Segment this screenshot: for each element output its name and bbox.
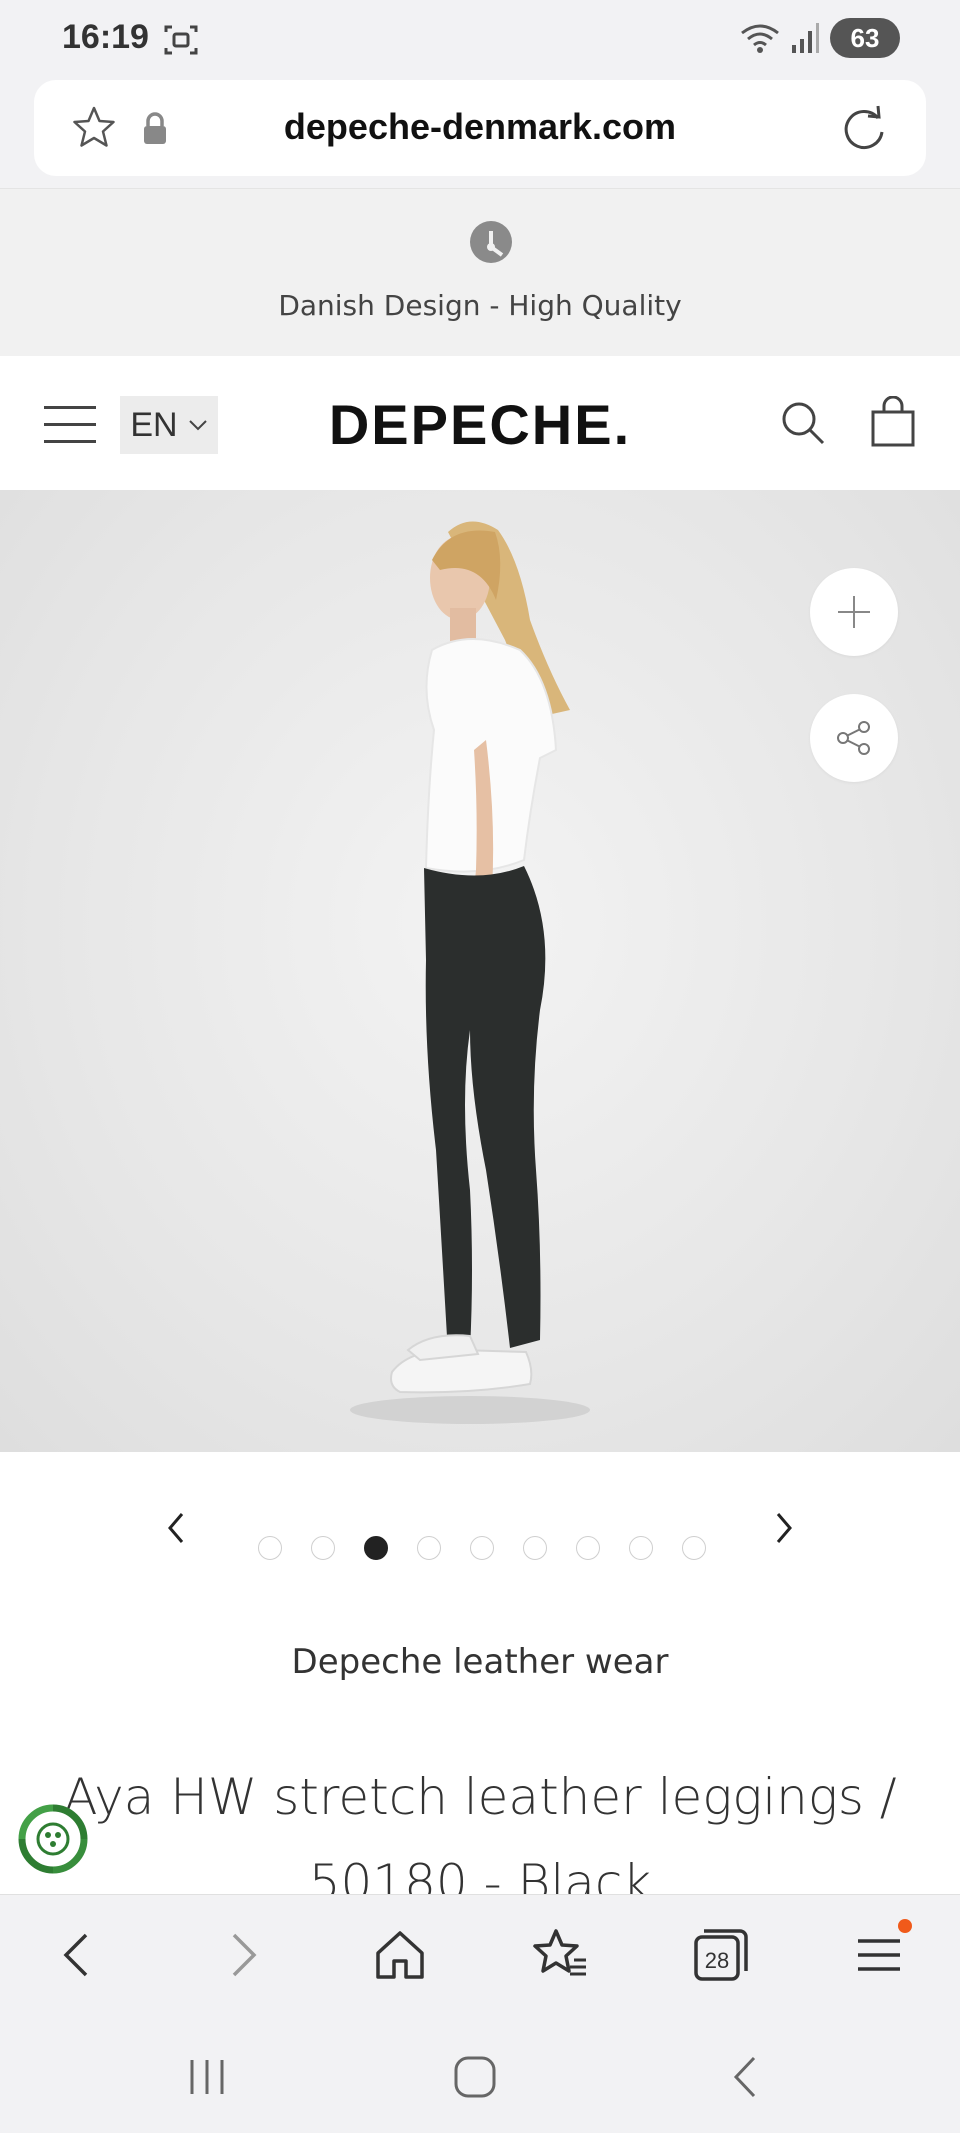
forward-icon[interactable] — [212, 1925, 272, 1985]
chevron-right-icon[interactable] — [770, 1508, 800, 1548]
status-bar: 16:19 63 — [0, 0, 960, 80]
quality-icon — [470, 221, 512, 263]
chevron-left-icon[interactable] — [160, 1508, 190, 1548]
url-text[interactable]: depeche-denmark.com — [34, 106, 926, 148]
product-brand[interactable]: Depeche leather wear — [0, 1642, 960, 1682]
carousel-dot[interactable] — [258, 1536, 282, 1560]
browser-toolbar: 28 — [0, 1894, 960, 2014]
carousel-dot[interactable] — [629, 1536, 653, 1560]
announcement-bar: Danish Design - High Quality — [0, 188, 960, 356]
announcement-text: Danish Design - High Quality — [278, 289, 682, 322]
plus-icon — [838, 596, 870, 628]
carousel-dot[interactable] — [364, 1536, 388, 1560]
wifi-icon — [741, 24, 779, 53]
reload-icon[interactable] — [838, 102, 890, 154]
signal-icon — [792, 23, 819, 53]
tabs-count: 28 — [705, 1948, 729, 1973]
home-icon[interactable] — [370, 1925, 430, 1985]
status-time: 16:19 — [62, 18, 149, 56]
product-image[interactable] — [0, 490, 960, 1452]
product-info: Depeche leather wear Aya HW stretch leat… — [0, 1612, 960, 1894]
bookmarks-icon[interactable] — [530, 1925, 590, 1985]
screenshot-icon — [164, 25, 198, 55]
bag-icon[interactable] — [870, 396, 916, 448]
zoom-button[interactable] — [810, 568, 898, 656]
home-button-icon[interactable] — [450, 2052, 500, 2102]
carousel-dot[interactable] — [523, 1536, 547, 1560]
share-button[interactable] — [810, 694, 898, 782]
carousel-dot[interactable] — [576, 1536, 600, 1560]
carousel-dot[interactable] — [417, 1536, 441, 1560]
eco-badge-icon[interactable] — [16, 1802, 90, 1876]
status-icons: 63 — [740, 18, 900, 58]
tabs-icon: 28 — [694, 1929, 748, 1981]
carousel-dot[interactable] — [470, 1536, 494, 1560]
notification-dot — [898, 1919, 912, 1933]
system-navigation-bar — [0, 2014, 960, 2133]
site-header: EN DEPECHE. — [0, 356, 960, 490]
image-carousel-controls — [0, 1452, 960, 1612]
system-back-icon[interactable] — [722, 2052, 772, 2102]
tabs-button[interactable]: 28 — [690, 1925, 750, 1985]
battery-icon: 63 — [830, 18, 900, 58]
share-icon — [837, 721, 870, 755]
address-bar[interactable]: depeche-denmark.com — [34, 80, 926, 176]
recent-apps-icon[interactable] — [182, 2052, 232, 2102]
back-icon[interactable] — [48, 1925, 108, 1985]
carousel-dot[interactable] — [682, 1536, 706, 1560]
browser-menu-button[interactable] — [850, 1919, 912, 1985]
carousel-dots — [258, 1536, 706, 1560]
search-icon[interactable] — [780, 400, 826, 446]
battery-level: 63 — [850, 22, 880, 53]
carousel-dot[interactable] — [311, 1536, 335, 1560]
menu-icon — [858, 1939, 900, 1971]
product-title: Aya HW stretch leather leggings / 50180 … — [63, 1768, 897, 1894]
